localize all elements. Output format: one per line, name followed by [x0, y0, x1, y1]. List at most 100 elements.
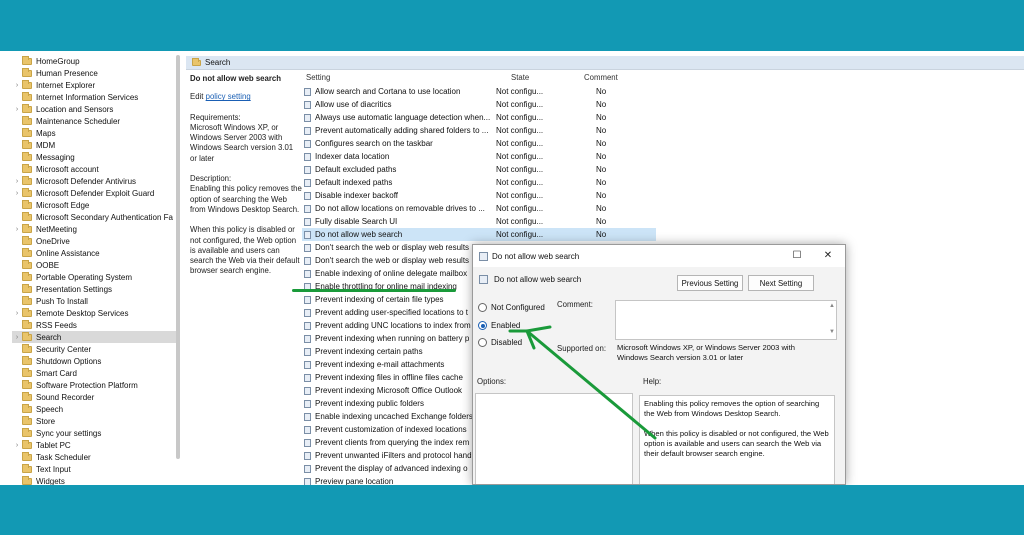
tree-item[interactable]: Presentation Settings	[12, 283, 178, 295]
expand-chevron-icon[interactable]: ›	[12, 334, 22, 341]
tree-item[interactable]: › NetMeeting	[12, 223, 178, 235]
next-setting-button[interactable]: Next Setting	[748, 275, 814, 291]
tree-item[interactable]: OneDrive	[12, 235, 178, 247]
tree-item[interactable]: Smart Card	[12, 367, 178, 379]
table-row[interactable]: Do not allow locations on removable driv…	[302, 202, 656, 215]
policy-icon	[304, 334, 311, 343]
tree-item[interactable]: Shutdown Options	[12, 355, 178, 367]
column-setting[interactable]: Setting	[306, 73, 330, 82]
table-row[interactable]: Always use automatic language detection …	[302, 111, 656, 124]
tree-item-label: Remote Desktop Services	[36, 308, 129, 318]
folder-icon	[22, 271, 32, 281]
scroll-down-icon[interactable]: ▼	[829, 329, 835, 335]
tree-item[interactable]: › Microsoft Defender Exploit Guard	[12, 187, 178, 199]
folder-icon	[22, 379, 32, 389]
tree-item[interactable]: Microsoft Edge	[12, 199, 178, 211]
tree-item[interactable]: Sound Recorder	[12, 391, 178, 403]
tree-item[interactable]: › Location and Sensors	[12, 103, 178, 115]
tree-item[interactable]: › Search	[12, 331, 178, 343]
table-row[interactable]: Do not allow web search Not configu... No	[302, 228, 656, 241]
tree-item[interactable]: OOBE	[12, 259, 178, 271]
folder-icon	[22, 283, 32, 293]
setting-comment: No	[596, 191, 607, 200]
radio-circle-selected[interactable]	[478, 321, 487, 330]
tree-scrollbar[interactable]	[175, 51, 181, 461]
tree-item[interactable]: › Tablet PC	[12, 439, 178, 451]
expand-chevron-icon[interactable]: ›	[12, 310, 22, 317]
radio-not-configured[interactable]: Not Configured	[478, 303, 545, 312]
tree-item-label: Task Scheduler	[36, 452, 91, 462]
tree-item-label: Push To Install	[36, 296, 88, 306]
table-row[interactable]: Prevent automatically adding shared fold…	[302, 124, 656, 137]
comment-textarea[interactable]	[615, 300, 837, 340]
setting-comment: No	[596, 217, 607, 226]
table-row[interactable]: Disable indexer backoff Not configu... No	[302, 189, 656, 202]
tree-item[interactable]: Maintenance Scheduler	[12, 115, 178, 127]
folder-icon	[22, 67, 32, 77]
tree-item[interactable]: › Internet Explorer	[12, 79, 178, 91]
comment-label: Comment:	[557, 300, 593, 309]
tree-item[interactable]: Task Scheduler	[12, 451, 178, 463]
scroll-up-icon[interactable]: ▲	[829, 303, 835, 309]
tree-item[interactable]: HomeGroup	[12, 55, 178, 67]
table-row[interactable]: Configures search on the taskbar Not conf…	[302, 137, 656, 150]
radio-circle[interactable]	[478, 338, 487, 347]
table-row[interactable]: Default indexed paths Not configu... No	[302, 176, 656, 189]
previous-setting-button[interactable]: Previous Setting	[677, 275, 743, 291]
column-comment[interactable]: Comment	[584, 73, 618, 82]
tree-item[interactable]: Push To Install	[12, 295, 178, 307]
tree-item[interactable]: Microsoft Secondary Authentication Fa	[12, 211, 178, 223]
radio-disabled[interactable]: Disabled	[478, 338, 522, 347]
setting-name: Indexer data location	[315, 152, 390, 161]
table-row[interactable]: Default excluded paths Not configu... No	[302, 163, 656, 176]
tree-item[interactable]: Internet Information Services	[12, 91, 178, 103]
dialog-title: Do not allow web search	[492, 251, 580, 261]
edit-policy-link[interactable]: policy setting	[206, 92, 251, 101]
radio-circle[interactable]	[478, 303, 487, 312]
table-row[interactable]: Indexer data location Not configu... No	[302, 150, 656, 163]
table-row[interactable]: Fully disable Search UI Not configu... No	[302, 215, 656, 228]
tree-item[interactable]: Security Center	[12, 343, 178, 355]
tree-item[interactable]: Online Assistance	[12, 247, 178, 259]
maximize-icon[interactable]: ☐	[790, 249, 804, 263]
tree-item[interactable]: Speech	[12, 403, 178, 415]
tree-item[interactable]: Text Input	[12, 463, 178, 475]
tree-item-label: Tablet PC	[36, 440, 71, 450]
options-panel	[475, 393, 633, 484]
folder-icon	[22, 223, 32, 233]
tree-item[interactable]: RSS Feeds	[12, 319, 178, 331]
setting-state: Not configu...	[496, 230, 544, 239]
policy-icon	[304, 464, 311, 473]
radio-enabled[interactable]: Enabled	[478, 321, 520, 330]
expand-chevron-icon[interactable]: ›	[12, 442, 22, 449]
tree-item[interactable]: Messaging	[12, 151, 178, 163]
policy-icon	[304, 87, 311, 96]
close-icon[interactable]: ✕	[821, 249, 835, 263]
tree-item[interactable]: Microsoft account	[12, 163, 178, 175]
table-row[interactable]: Allow use of diacritics Not configu... No	[302, 98, 656, 111]
expand-chevron-icon[interactable]: ›	[12, 226, 22, 233]
tree-item[interactable]: MDM	[12, 139, 178, 151]
expand-chevron-icon[interactable]: ›	[12, 190, 22, 197]
tree-item[interactable]: Store	[12, 415, 178, 427]
policy-icon	[304, 399, 311, 408]
expand-chevron-icon[interactable]: ›	[12, 82, 22, 89]
expand-chevron-icon[interactable]: ›	[12, 106, 22, 113]
expand-chevron-icon[interactable]: ›	[12, 178, 22, 185]
setting-name: Always use automatic language detection …	[315, 113, 491, 122]
tree-item[interactable]: Portable Operating System	[12, 271, 178, 283]
column-state[interactable]: State	[511, 73, 529, 82]
tree-item[interactable]: Maps	[12, 127, 178, 139]
tree-item[interactable]: Widgets	[12, 475, 178, 485]
setting-comment: No	[596, 87, 607, 96]
tree-item-label: Shutdown Options	[36, 356, 102, 366]
table-row[interactable]: Allow search and Cortana to use location…	[302, 85, 656, 98]
tree-item[interactable]: › Microsoft Defender Antivirus	[12, 175, 178, 187]
tree-item-label: OOBE	[36, 260, 60, 270]
tree-item[interactable]: Sync your settings	[12, 427, 178, 439]
tree-item-label: Online Assistance	[36, 248, 100, 258]
tree-item[interactable]: Human Presence	[12, 67, 178, 79]
tree-item[interactable]: Software Protection Platform	[12, 379, 178, 391]
tree-item[interactable]: › Remote Desktop Services	[12, 307, 178, 319]
folder-icon	[22, 91, 32, 101]
